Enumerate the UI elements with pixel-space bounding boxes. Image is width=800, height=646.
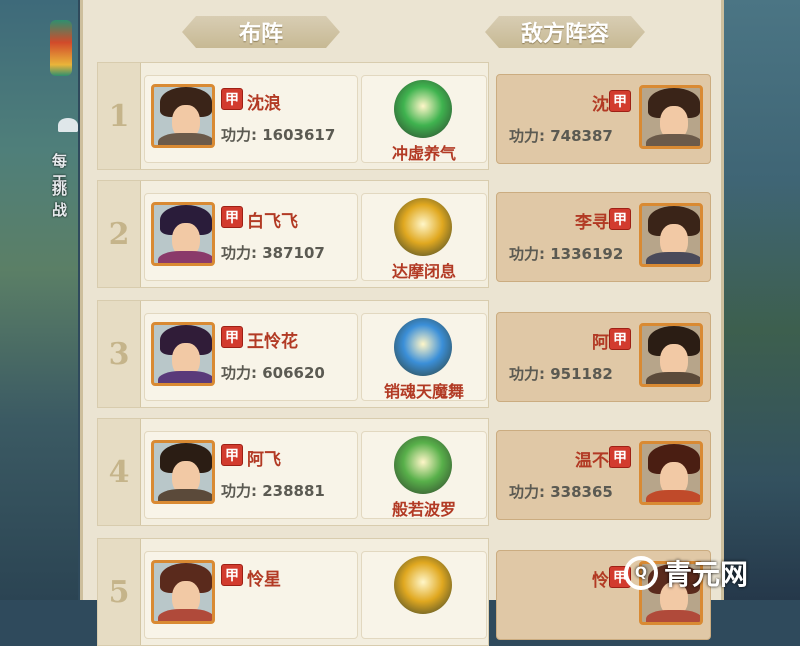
hero-card[interactable]: 甲 沈浪 功力: 1603617 [144, 75, 358, 163]
formation-row: 4 甲 阿飞 功力: 238881 般若波罗 [97, 418, 489, 526]
hero-portrait[interactable] [151, 440, 215, 504]
blue-dancer-icon[interactable] [394, 318, 452, 376]
rank-badge: 甲 [609, 208, 631, 230]
enemy-lineup-header: 敌方阵容 [485, 16, 645, 48]
skill-card[interactable]: 销魂天魔舞 [361, 313, 487, 401]
right-scenery [720, 0, 800, 600]
hero-name: 阿飞 [247, 450, 281, 470]
hero-power: 功力: 238881 [221, 482, 325, 500]
slot-number: 5 [98, 539, 141, 645]
hero-portrait[interactable] [151, 202, 215, 266]
enemy-card[interactable]: 阿飞 甲 功力: 951182 [496, 312, 711, 402]
slot-number: 1 [98, 63, 141, 169]
enemy-portrait[interactable] [639, 203, 703, 267]
hero-card[interactable]: 甲 王怜花 功力: 606620 [144, 313, 358, 401]
enemy-card[interactable]: 沈浪 甲 功力: 748387 [496, 74, 711, 164]
hero-power: 功力: 1603617 [221, 126, 336, 144]
q-logo-icon: Q [624, 556, 658, 590]
rank-badge: 甲 [609, 328, 631, 350]
skill-name: 销魂天魔舞 [383, 382, 464, 401]
left-scenery: 每天 挑战 [0, 0, 78, 600]
slot-number: 2 [98, 181, 141, 287]
formation-row: 5 甲 怜星 功力: [97, 538, 489, 646]
hero-card[interactable]: 甲 怜星 功力: [144, 551, 358, 639]
enemy-portrait[interactable] [639, 441, 703, 505]
enemy-power: 功力: 748387 [509, 127, 613, 145]
lantern-icon [50, 20, 72, 76]
side-label-challenge: 挑战 [52, 180, 68, 219]
green-wheel-icon[interactable] [394, 436, 452, 494]
enemy-power: 功力: 951182 [509, 365, 613, 383]
skill-card[interactable]: 冲虚养气 [361, 75, 487, 163]
enemy-portrait[interactable] [639, 323, 703, 387]
hero-name: 王怜花 [247, 332, 298, 352]
hero-power: 功力: 387107 [221, 244, 325, 262]
rank-badge: 甲 [609, 90, 631, 112]
enemy-card[interactable]: 李寻欢 甲 功力: 1336192 [496, 192, 711, 282]
enemy-power: 功力: 338365 [509, 483, 613, 501]
hat-icon [58, 118, 78, 132]
hero-card[interactable]: 甲 白飞飞 功力: 387107 [144, 193, 358, 281]
gold-buddha-icon[interactable] [394, 198, 452, 256]
rank-badge: 甲 [221, 444, 243, 466]
skill-name: 冲虚养气 [391, 144, 456, 163]
rank-badge: 甲 [221, 326, 243, 348]
formation-header: 布阵 [182, 16, 340, 48]
skill-name: 般若波罗 [391, 500, 456, 519]
gold-lotus-icon[interactable] [394, 556, 452, 614]
skill-card[interactable]: 般若波罗 [361, 431, 487, 519]
hero-portrait[interactable] [151, 560, 215, 624]
hero-card[interactable]: 甲 阿飞 功力: 238881 [144, 431, 358, 519]
formation-panel: 布阵 敌方阵容 1 甲 沈浪 功力: 1603617 冲虚养气 沈浪 甲 功力:… [80, 0, 724, 646]
enemy-portrait[interactable] [639, 85, 703, 149]
slot-number: 3 [98, 301, 141, 407]
rank-badge: 甲 [221, 88, 243, 110]
slot-number: 4 [98, 419, 141, 525]
hero-name: 沈浪 [247, 94, 281, 114]
watermark-text: 青元网 [664, 558, 749, 591]
enemy-power: 功力: 1336192 [509, 245, 624, 263]
skill-card[interactable]: 达摩闭息 [361, 193, 487, 281]
enemy-card[interactable]: 温不胜 甲 功力: 338365 [496, 430, 711, 520]
formation-row: 3 甲 王怜花 功力: 606620 销魂天魔舞 [97, 300, 489, 408]
watermark: Q 青元网 [624, 546, 800, 600]
skill-card[interactable] [361, 551, 487, 639]
formation-row: 1 甲 沈浪 功力: 1603617 冲虚养气 [97, 62, 489, 170]
rank-badge: 甲 [609, 446, 631, 468]
skill-name: 达摩闭息 [391, 262, 456, 281]
hero-power: 功力: 606620 [221, 364, 325, 382]
hero-name: 白飞飞 [247, 212, 298, 232]
hero-name: 怜星 [247, 570, 281, 590]
hero-portrait[interactable] [151, 322, 215, 386]
rank-badge: 甲 [221, 206, 243, 228]
rank-badge: 甲 [221, 564, 243, 586]
green-buddha-icon[interactable] [394, 80, 452, 138]
formation-row: 2 甲 白飞飞 功力: 387107 达摩闭息 [97, 180, 489, 288]
hero-portrait[interactable] [151, 84, 215, 148]
